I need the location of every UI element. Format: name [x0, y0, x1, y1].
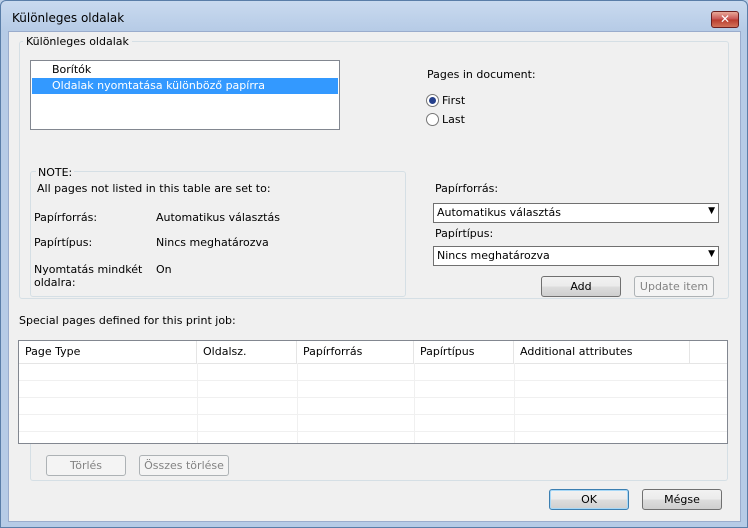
- cancel-button[interactable]: Mégse: [642, 489, 722, 510]
- row-divider: [19, 414, 727, 415]
- header-divider: [19, 363, 727, 364]
- radio-last-label: Last: [442, 113, 465, 126]
- paper-source-dropdown[interactable]: Automatikus választás ▼: [433, 203, 719, 223]
- chevron-down-icon: ▼: [708, 249, 715, 259]
- column-divider: [414, 363, 415, 443]
- paper-source-label: Papírforrás:: [435, 182, 499, 195]
- radio-first-label: First: [442, 94, 466, 107]
- special-pages-label: Special pages defined for this print job…: [19, 314, 236, 327]
- delete-all-button[interactable]: Összes törlése: [139, 455, 229, 476]
- note-paper-source-value: Automatikus választás: [156, 211, 280, 224]
- add-button[interactable]: Add: [541, 276, 621, 297]
- radio-last[interactable]: [426, 113, 439, 126]
- paper-type-selected: Nincs meghatározva: [437, 249, 550, 262]
- column-header-page-type[interactable]: Page Type: [19, 341, 197, 363]
- note-paper-type-value: Nincs meghatározva: [156, 236, 269, 249]
- delete-button[interactable]: Törlés: [46, 455, 126, 476]
- column-divider: [197, 363, 198, 443]
- dialog-window: Különleges oldalak ✕ Különleges oldalak …: [0, 0, 748, 528]
- note-title: NOTE:: [36, 166, 75, 179]
- radio-checked-dot: [429, 97, 436, 104]
- radio-first[interactable]: [426, 94, 439, 107]
- chevron-down-icon: ▼: [708, 206, 715, 216]
- note-duplex-value: On: [156, 263, 172, 276]
- note-subtitle: All pages not listed in this table are s…: [37, 182, 271, 195]
- paper-source-selected: Automatikus választás: [437, 206, 561, 219]
- pages-in-document-label: Pages in document:: [427, 68, 536, 81]
- ok-button[interactable]: OK: [549, 489, 629, 510]
- window-title: Különleges oldalak: [12, 11, 125, 25]
- page-type-list[interactable]: Borítók Oldalak nyomtatása különböző pap…: [30, 60, 340, 130]
- column-header-paper-type[interactable]: Papírtípus: [414, 341, 514, 363]
- list-item-covers[interactable]: Borítók: [32, 62, 338, 78]
- special-pages-table[interactable]: Page Type Oldalsz. Papírforrás Papírtípu…: [18, 340, 728, 444]
- paper-type-label: Papírtípus:: [435, 227, 494, 240]
- row-divider: [19, 380, 727, 381]
- dialog-client-area: Különleges oldalak Borítók Oldalak nyomt…: [8, 31, 741, 522]
- close-button[interactable]: ✕: [711, 11, 739, 28]
- column-divider: [297, 363, 298, 443]
- special-pages-group-label: Különleges oldalak: [23, 35, 132, 48]
- note-duplex-label: Nyomtatás mindkét oldalra:: [34, 263, 143, 289]
- list-item-different-paper[interactable]: Oldalak nyomtatása különböző papírra: [32, 78, 338, 94]
- note-paper-type-label: Papírtípus:: [34, 236, 93, 249]
- note-paper-source-label: Papírforrás:: [34, 211, 98, 224]
- table-actions-frame: [30, 444, 728, 481]
- column-header-additional-attributes[interactable]: Additional attributes: [514, 341, 690, 363]
- title-bar[interactable]: Különleges oldalak ✕: [1, 1, 747, 31]
- column-header-page-number[interactable]: Oldalsz.: [197, 341, 297, 363]
- paper-type-dropdown[interactable]: Nincs meghatározva ▼: [433, 246, 719, 266]
- column-divider: [514, 363, 515, 443]
- row-divider: [19, 397, 727, 398]
- row-divider: [19, 431, 727, 432]
- column-header-paper-source[interactable]: Papírforrás: [297, 341, 414, 363]
- update-item-button[interactable]: Update item: [634, 276, 714, 297]
